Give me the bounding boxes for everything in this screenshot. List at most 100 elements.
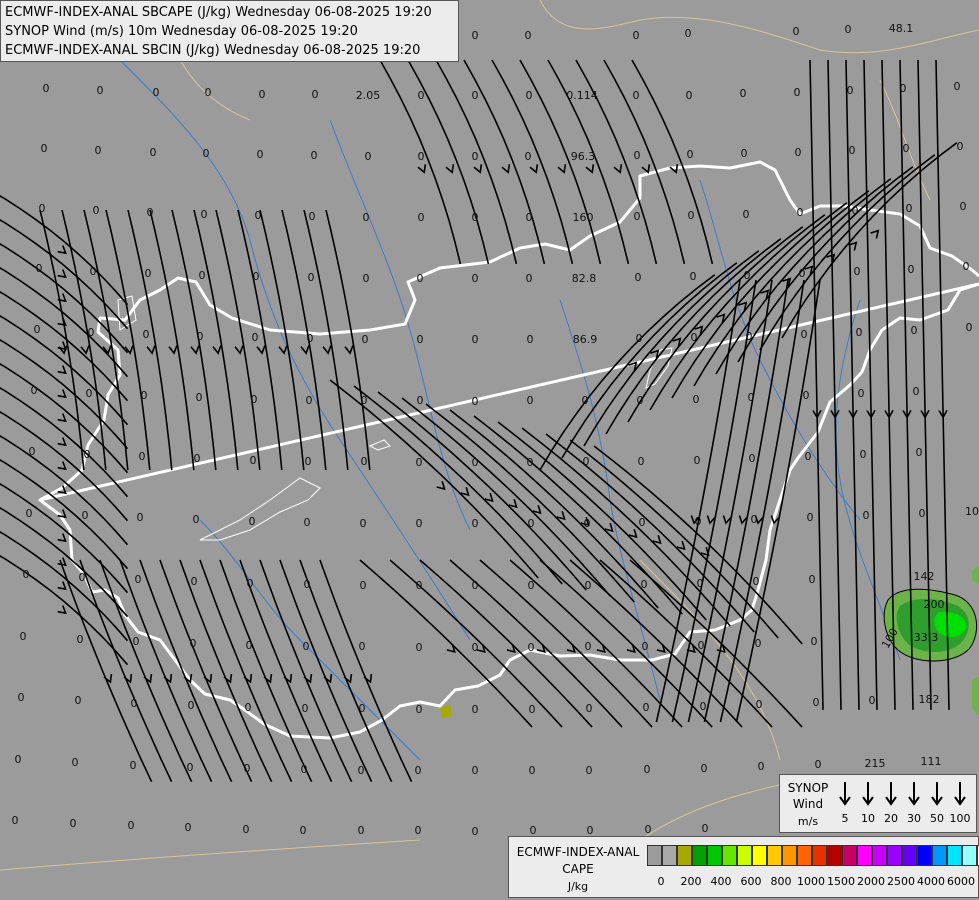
cin-value: 0	[193, 513, 200, 526]
cape-legend-unit: J/kg	[567, 880, 589, 893]
cin-value: 33.3	[914, 631, 939, 644]
cape-color-swatch	[947, 845, 962, 866]
cin-value: 0	[916, 446, 923, 459]
cin-value: 0	[415, 824, 422, 837]
cin-value: 200	[924, 598, 945, 611]
cape-tick-label: 1500	[827, 875, 855, 888]
cin-value: 0	[758, 760, 765, 773]
cin-value: 0	[755, 637, 762, 650]
wind-speed-label: 100	[949, 812, 971, 825]
cin-value: 0	[361, 455, 368, 468]
cin-value: 0	[643, 701, 650, 714]
cin-value: 0	[526, 272, 533, 285]
cin-value: 0	[794, 86, 801, 99]
cin-value: 0	[247, 577, 254, 590]
cape-tick-label: 2000	[857, 875, 885, 888]
cin-value: 0	[634, 149, 641, 162]
cin-value: 0	[131, 697, 138, 710]
cape-tick-label: 0	[657, 875, 665, 888]
cape-color-legend: ECMWF-INDEX-ANAL CAPE J/kg 0 200 400 600 800…	[508, 836, 979, 898]
cin-value: 0	[194, 452, 201, 465]
title-cin: ECMWF-INDEX-ANAL SBCIN (J/kg) Wednesday …	[5, 43, 421, 58]
cin-value: 0	[749, 452, 756, 465]
cin-value: 0	[744, 269, 751, 282]
cape-color-swatch	[662, 845, 677, 866]
cin-value: 0	[39, 202, 46, 215]
cin-value: 0	[687, 148, 694, 161]
cin-value: 0	[417, 333, 424, 346]
cin-value: 0	[95, 144, 102, 157]
wind-arrow-icon	[839, 782, 851, 806]
cin-value: 0	[527, 394, 534, 407]
cin-value: 0	[128, 819, 135, 832]
cin-value: 0	[472, 89, 479, 102]
cin-value: 0	[153, 86, 160, 99]
cin-value: 0	[527, 333, 534, 346]
cin-value: 0	[150, 146, 157, 159]
cape-color-swatch	[872, 845, 887, 866]
cin-value: 0	[472, 272, 479, 285]
cin-value: 0	[527, 456, 534, 469]
cin-value: 0	[807, 511, 814, 524]
cin-value: 0	[966, 321, 973, 334]
cin-value: 0	[36, 262, 43, 275]
map-canvas: 100 0.700000048.10000002.050000.11400000…	[0, 0, 979, 900]
cin-value: 0	[748, 391, 755, 404]
cape-color-swatch	[797, 845, 812, 866]
cin-value: 0	[188, 699, 195, 712]
wind-arrow-icon	[954, 782, 966, 806]
cin-value: 0	[43, 82, 50, 95]
cin-value: 0	[416, 641, 423, 654]
cin-value: 0	[702, 822, 709, 835]
cin-value: 0	[196, 391, 203, 404]
cin-value: 0	[957, 140, 964, 153]
cin-value: 0	[41, 142, 48, 155]
cin-value: 0	[635, 271, 642, 284]
cape-tick-label: 1000	[797, 875, 825, 888]
cin-value: 0	[793, 25, 800, 38]
cin-value: 0	[249, 515, 256, 528]
cin-value: 0	[201, 208, 208, 221]
cin-value: 0	[686, 89, 693, 102]
cin-value: 0	[205, 86, 212, 99]
cin-value: 0	[741, 147, 748, 160]
cin-value: 0	[416, 579, 423, 592]
cin-value: 0	[805, 450, 812, 463]
cin-value: 0	[187, 761, 194, 774]
cin-value: 0	[860, 448, 867, 461]
cin-value: 0	[863, 509, 870, 522]
cin-value: 0	[528, 517, 535, 530]
cin-value: 0	[72, 756, 79, 769]
cin-value: 0	[472, 456, 479, 469]
title-wind: SYNOP Wind (m/s) 10m Wednesday 06-08-202…	[5, 24, 358, 39]
cin-value: 0	[139, 450, 146, 463]
cin-value: 0	[416, 517, 423, 530]
cin-value: 0	[70, 817, 77, 830]
cin-value: 0	[472, 211, 479, 224]
cin-value: 0	[913, 385, 920, 398]
cin-value: 0	[641, 578, 648, 591]
cin-value: 0	[20, 630, 27, 643]
wind-speed-label: 30	[907, 812, 921, 825]
cin-value: 0	[305, 455, 312, 468]
cin-value: 0.114	[566, 89, 598, 102]
cin-value: 0	[529, 764, 536, 777]
cin-value: 0	[740, 87, 747, 100]
title-cape: ECMWF-INDEX-ANAL SBCAPE (J/kg) Wednesday…	[5, 5, 432, 20]
cin-value: 0	[257, 148, 264, 161]
cin-value: 0	[586, 764, 593, 777]
cape-color-swatch	[707, 845, 722, 866]
cin-value: 0	[245, 701, 252, 714]
synop-legend-subtitle: Wind	[792, 797, 824, 811]
cape-tick-label: 800	[770, 875, 792, 888]
cin-value: 0	[143, 328, 150, 341]
cin-value: 0	[133, 635, 140, 648]
wind-arrow-icon	[908, 782, 920, 806]
cape-tick-label: 600	[740, 875, 762, 888]
wind-speed-label: 10	[861, 812, 875, 825]
cin-value: 0	[360, 579, 367, 592]
cin-value: 0	[141, 389, 148, 402]
cin-value: 0	[191, 575, 198, 588]
cin-value: 0	[185, 821, 192, 834]
cin-value: 0	[18, 691, 25, 704]
